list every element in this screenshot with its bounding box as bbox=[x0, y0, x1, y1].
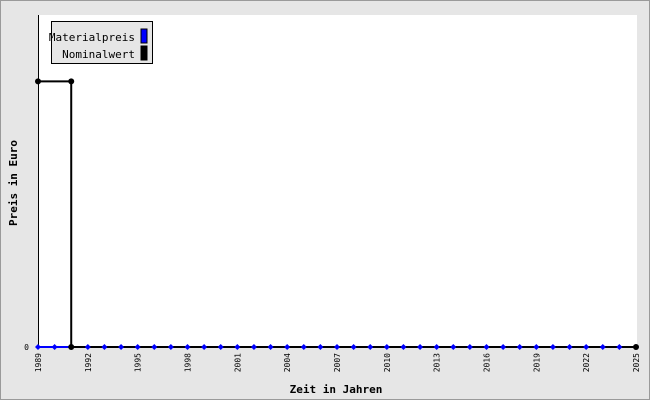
x-tick-label: 2010 bbox=[383, 353, 392, 372]
point-nominalwert bbox=[35, 78, 41, 85]
x-tick-label: 1995 bbox=[134, 353, 143, 372]
x-tick-label: 1989 bbox=[34, 353, 43, 372]
x-tick-label: 2013 bbox=[433, 353, 442, 372]
x-tick-label: 1998 bbox=[184, 353, 193, 372]
x-tick-labels: 1989 1992 1995 1998 2001 2004 2007 2010 2013 2016… bbox=[34, 353, 641, 372]
legend: Materialpreis Nominalwert bbox=[49, 21, 153, 64]
legend-label-nominalwert: Nominalwert bbox=[62, 48, 135, 61]
x-tick-label: 1992 bbox=[84, 353, 93, 372]
x-tick-label: 2004 bbox=[283, 353, 292, 372]
x-tick-label: 2025 bbox=[632, 353, 641, 372]
x-tick-label: 2019 bbox=[532, 353, 541, 372]
x-tick-label: 2001 bbox=[233, 353, 242, 372]
x-tick-label: 2007 bbox=[333, 353, 342, 372]
x-axis-title: Zeit in Jahren bbox=[290, 383, 383, 396]
y-tick-labels: 0 bbox=[24, 343, 29, 352]
plot-background bbox=[38, 15, 637, 348]
x-tick-label: 2016 bbox=[483, 353, 492, 372]
legend-label-materialpreis: Materialpreis bbox=[49, 31, 135, 44]
legend-swatch-materialpreis bbox=[140, 28, 148, 44]
y-axis-title: Preis in Euro bbox=[7, 140, 20, 226]
legend-swatch-nominalwert bbox=[140, 45, 148, 61]
chart-frame: 1989 1992 1995 1998 2001 2004 2007 2010 2013 2016… bbox=[0, 0, 650, 400]
chart-svg: 1989 1992 1995 1998 2001 2004 2007 2010 2013 2016… bbox=[7, 15, 641, 396]
point-nominalwert bbox=[68, 78, 75, 85]
point-nominalwert bbox=[633, 344, 639, 350]
x-tick-label: 2022 bbox=[582, 353, 591, 372]
y-tick-label: 0 bbox=[24, 343, 29, 352]
point-nominalwert bbox=[68, 344, 75, 350]
